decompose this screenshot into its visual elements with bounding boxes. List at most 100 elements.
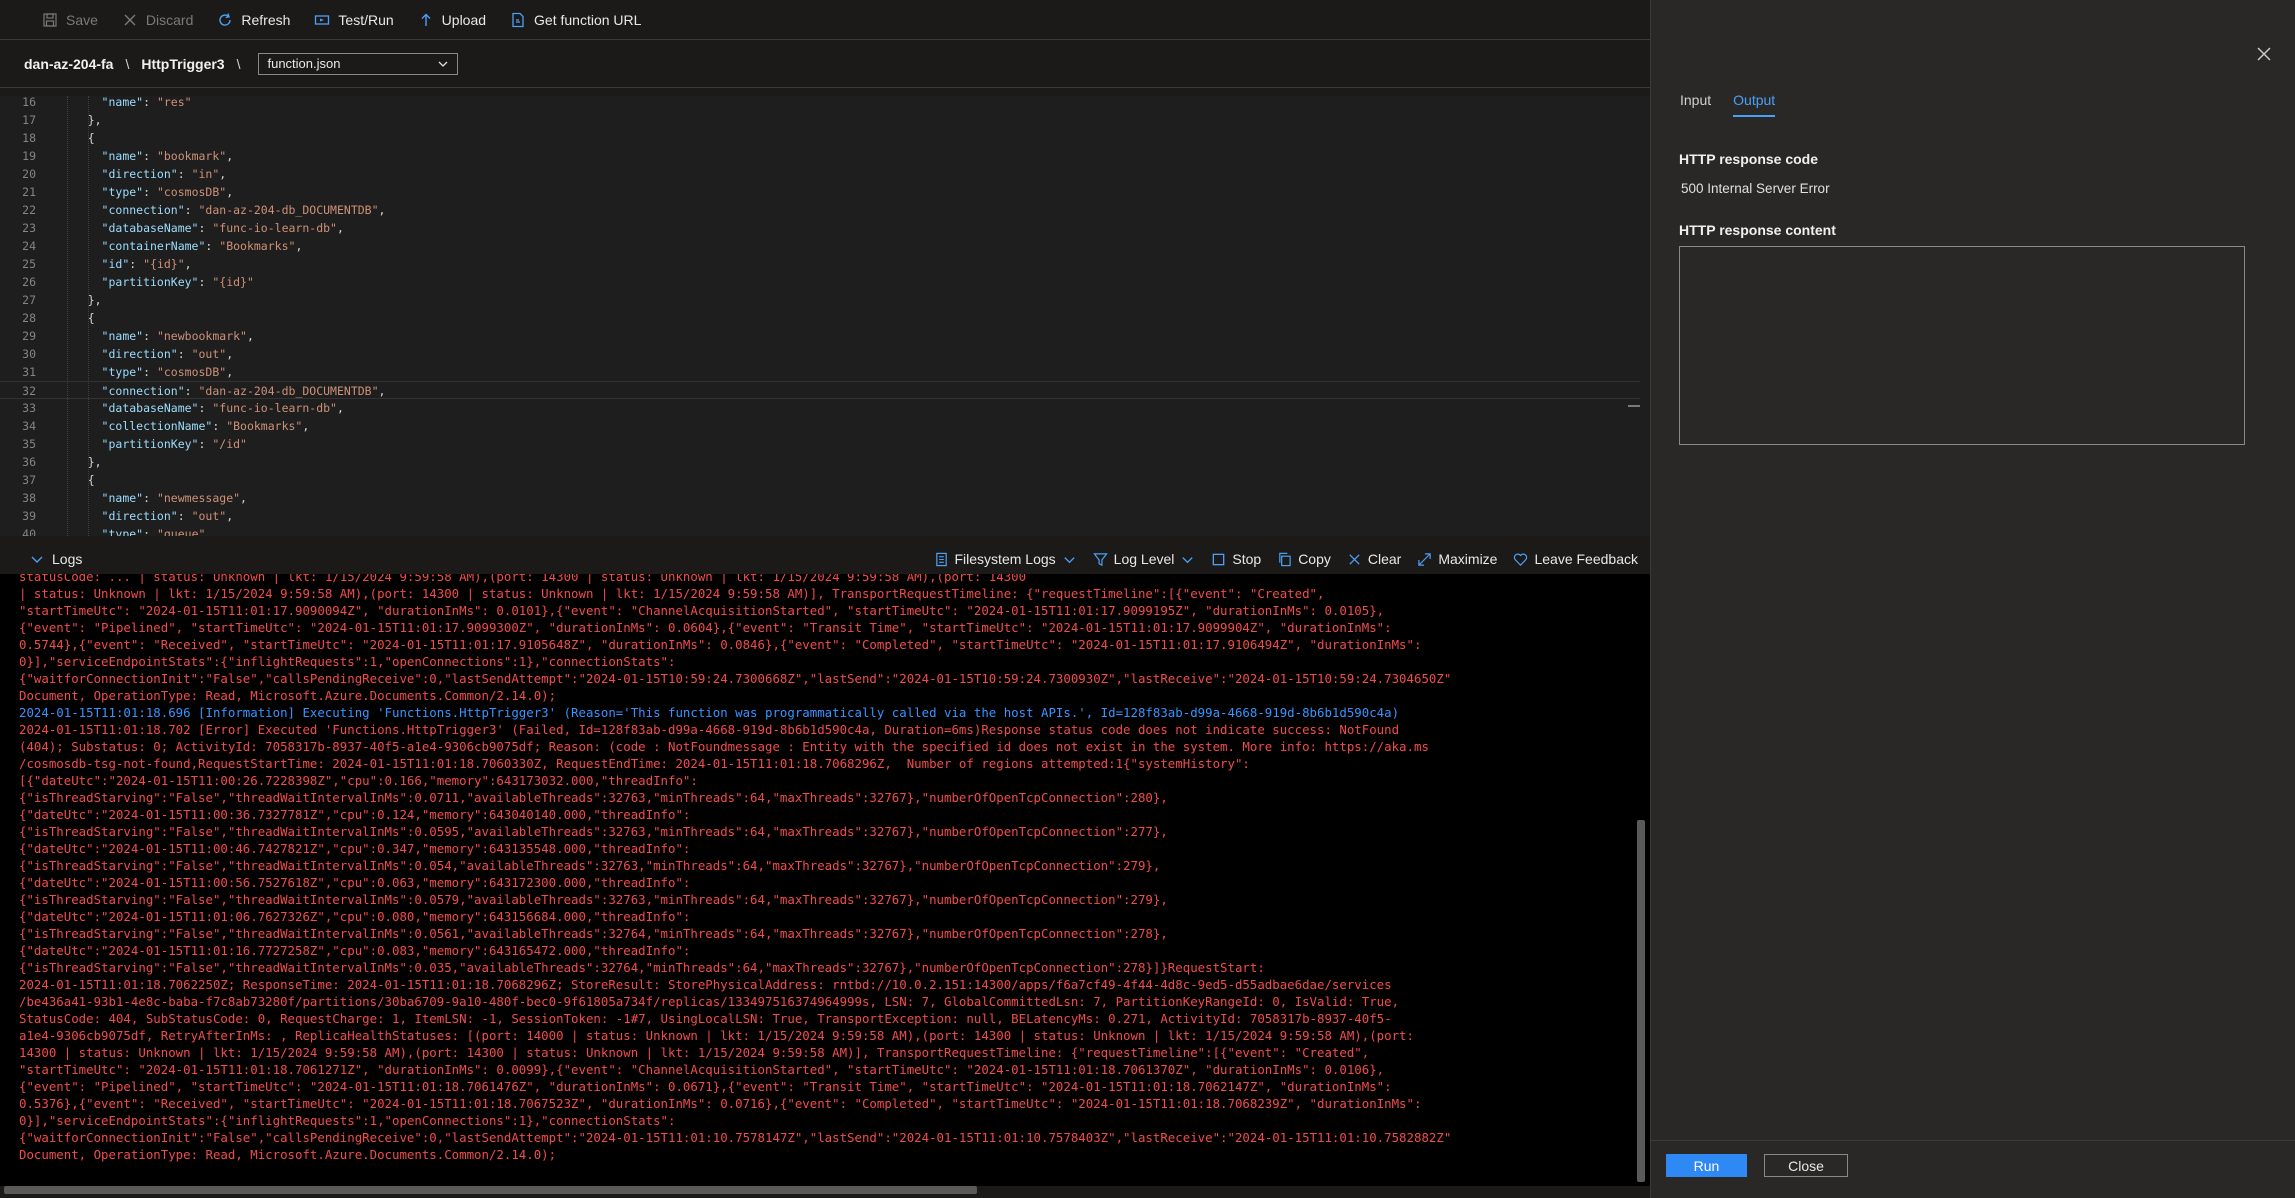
log-line: 2024-01-15T11:01:18.696 [Information] Ex… xyxy=(19,705,1400,720)
code-text: "type": "cosmosDB", xyxy=(101,365,234,379)
line-number: 21 xyxy=(22,185,36,199)
code-line: 17 }, xyxy=(0,111,1640,129)
code-text: "collectionName": "Bookmarks", xyxy=(101,419,310,433)
code-line: 21 "type": "cosmosDB", xyxy=(0,183,1640,201)
log-line: (404); Substatus: 0; ActivityId: 7058317… xyxy=(19,739,1429,754)
log-line: {"waitforConnectionInit":"False","callsP… xyxy=(19,671,1452,686)
log-line: | status: Unknown | lkt: 1/15/2024 9:59:… xyxy=(19,586,1325,601)
editor-overview-marker xyxy=(1628,405,1640,407)
refresh-button[interactable]: Refresh xyxy=(205,0,302,40)
breadcrumb-separator: \ xyxy=(236,55,241,72)
code-editor[interactable]: 16 "name": "res" 17 }, 18 {19 "name": "boo… xyxy=(0,96,1650,536)
line-number: 25 xyxy=(22,257,36,271)
logs-horizontal-scrollbar[interactable] xyxy=(4,1186,977,1194)
line-number: 18 xyxy=(22,131,36,145)
get-function-url-button[interactable]: Get function URL xyxy=(498,0,653,40)
code-line: 27 }, xyxy=(0,291,1640,309)
line-number: 33 xyxy=(22,401,36,415)
upload-label: Upload xyxy=(441,11,487,28)
log-line: "startTimeUtc": "2024-01-15T11:01:18.706… xyxy=(19,1062,1385,1077)
tab-output[interactable]: Output xyxy=(1733,92,1776,117)
copy-label: Copy xyxy=(1298,551,1331,567)
code-text: { xyxy=(60,311,95,325)
upload-button[interactable]: Upload xyxy=(406,0,498,40)
upload-icon xyxy=(421,13,431,26)
test-run-label: Test/Run xyxy=(338,11,394,28)
breadcrumb: dan-az-204-fa \ HttpTrigger3 \ function.… xyxy=(0,40,1650,88)
code-text: "databaseName": "func-io-learn-db", xyxy=(101,401,344,415)
code-text: "databaseName": "func-io-learn-db", xyxy=(101,221,344,235)
line-number: 32 xyxy=(22,384,36,398)
filesystem-logs-dropdown[interactable]: Filesystem Logs xyxy=(926,544,1085,574)
filter-icon xyxy=(1092,552,1108,566)
refresh-label: Refresh xyxy=(241,11,291,28)
http-response-content-box[interactable] xyxy=(1679,246,2245,445)
heart-icon xyxy=(1514,553,1528,566)
close-button[interactable]: Close xyxy=(1764,1154,1848,1177)
save-button[interactable]: Save xyxy=(30,0,110,40)
code-text: "type": "cosmosDB", xyxy=(101,185,234,199)
leave-feedback-button[interactable]: Leave Feedback xyxy=(1505,544,1646,574)
code-text: "connection": "dan-az-204-db_DOCUMENTDB"… xyxy=(101,203,386,217)
code-text: { xyxy=(60,131,95,145)
line-number: 29 xyxy=(22,329,36,343)
file-select-value: function.json xyxy=(267,56,341,71)
line-number: 36 xyxy=(22,455,36,469)
line-number: 37 xyxy=(22,473,36,487)
code-text: "name": "newbookmark", xyxy=(101,329,254,343)
save-icon xyxy=(43,12,57,27)
filesystem-logs-label: Filesystem Logs xyxy=(954,551,1056,567)
log-line: [{"dateUtc":"2024-01-15T11:00:26.7228398… xyxy=(19,773,698,788)
breadcrumb-app: dan-az-204-fa xyxy=(24,55,114,72)
panel-tabs: Input Output xyxy=(1680,92,1776,117)
code-line: 36 }, xyxy=(0,453,1640,471)
tab-input[interactable]: Input xyxy=(1680,92,1711,117)
file-select-dropdown[interactable]: function.json xyxy=(258,52,459,75)
discard-button[interactable]: Discard xyxy=(110,0,205,40)
log-line: {"isThreadStarving":"False","threadWaitI… xyxy=(19,824,1168,839)
stop-button[interactable]: Stop xyxy=(1203,544,1269,574)
log-line: StatusCode: 404, SubStatusCode: 0, Reque… xyxy=(19,1011,1392,1026)
stop-label: Stop xyxy=(1232,551,1262,567)
log-level-dropdown[interactable]: Log Level xyxy=(1085,544,1204,574)
log-line: Document, OperationType: Read, Microsoft… xyxy=(19,1147,557,1162)
code-line: 40 "type": "queue", xyxy=(0,525,1640,536)
test-run-panel xyxy=(1650,0,2295,1198)
logs-vertical-scrollbar[interactable] xyxy=(1637,820,1645,1182)
line-number: 24 xyxy=(22,239,36,253)
code-line: 23 "databaseName": "func-io-learn-db", xyxy=(0,219,1640,237)
code-line: 19 "name": "bookmark", xyxy=(0,147,1640,165)
logs-toggle[interactable]: Logs xyxy=(0,551,82,567)
log-line: {"isThreadStarving":"False","threadWaitI… xyxy=(19,926,1168,941)
code-line: 22 "connection": "dan-az-204-db_DOCUMENT… xyxy=(0,201,1640,219)
document-icon xyxy=(935,552,947,566)
breadcrumb-function: HttpTrigger3 xyxy=(141,55,225,72)
leave-feedback-label: Leave Feedback xyxy=(1534,551,1638,567)
log-line: {"isThreadStarving":"False","threadWaitI… xyxy=(19,858,1161,873)
http-response-code-label: HTTP response code xyxy=(1679,151,1819,167)
line-number: 30 xyxy=(22,347,36,361)
code-line: 20 "direction": "in", xyxy=(0,165,1640,183)
code-line: 28 { xyxy=(0,309,1640,327)
breadcrumb-separator: \ xyxy=(125,55,130,72)
log-line: {"isThreadStarving":"False","threadWaitI… xyxy=(19,790,1168,805)
clear-button[interactable]: Clear xyxy=(1339,544,1409,574)
copy-button[interactable]: Copy xyxy=(1269,544,1339,574)
logs-output[interactable]: statusCode: ... | status: Unknown | lkt:… xyxy=(0,574,1650,1186)
code-line: 29 "name": "newbookmark", xyxy=(0,327,1640,345)
code-text: "direction": "out", xyxy=(101,347,234,361)
maximize-button[interactable]: Maximize xyxy=(1409,544,1505,574)
log-line: 0.5376},{"event": "Received", "startTime… xyxy=(19,1096,1422,1111)
code-line: 31 "type": "cosmosDB", xyxy=(0,363,1640,381)
log-line: "startTimeUtc": "2024-01-15T11:01:17.909… xyxy=(19,603,1385,618)
run-button[interactable]: Run xyxy=(1666,1154,1747,1177)
code-line: 26 "partitionKey": "{id}" xyxy=(0,273,1640,291)
test-run-button[interactable]: Test/Run xyxy=(302,0,405,40)
code-text: "id": "{id}", xyxy=(101,257,192,271)
close-icon[interactable] xyxy=(2254,44,2274,64)
log-line: {"dateUtc":"2024-01-15T11:00:36.7327781Z… xyxy=(19,807,691,822)
command-bar: Save Discard Refresh Test/Run Upload Get… xyxy=(0,0,1650,40)
stop-icon xyxy=(1213,553,1225,565)
code-text: { xyxy=(60,473,95,487)
log-line: {"dateUtc":"2024-01-15T11:01:06.7627326Z… xyxy=(19,909,691,924)
